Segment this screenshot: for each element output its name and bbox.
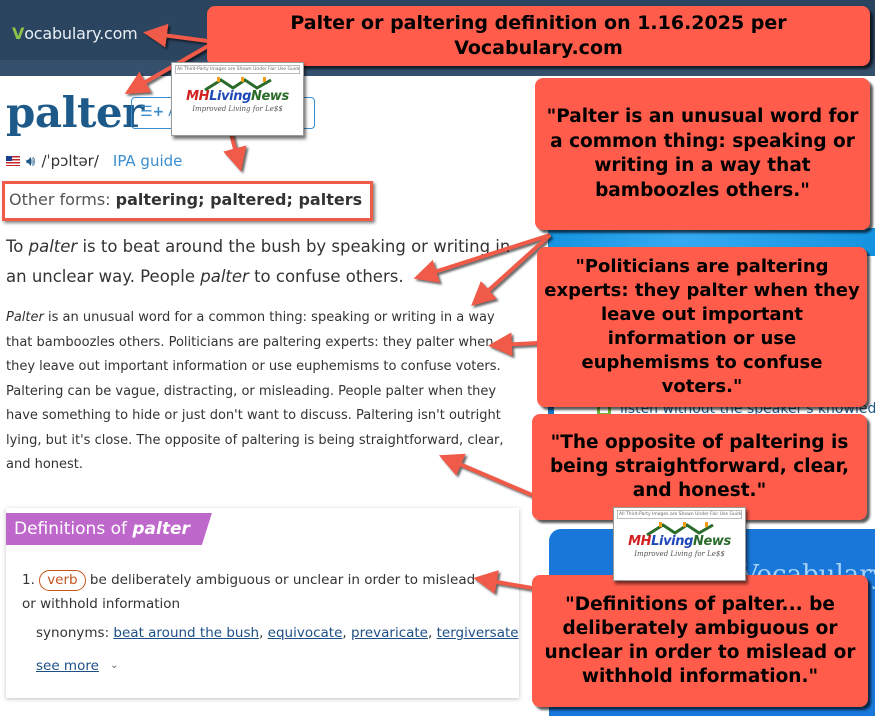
other-forms-label: Other forms:	[9, 190, 111, 209]
synonym-link[interactable]: beat around the bush	[113, 625, 259, 641]
other-forms-value: paltering; paltered; palters	[115, 190, 363, 209]
badge-brand: MHLivingNews	[614, 534, 745, 549]
short-definition: To palter is to beat around the bush by …	[6, 232, 526, 292]
brand-mh: MH	[628, 534, 652, 549]
text-italic: palter	[200, 267, 249, 286]
definition-text: be deliberately ambiguous or unclear in …	[22, 572, 476, 612]
definition-item: 1. verb be deliberately ambiguous or unc…	[22, 568, 492, 616]
logo-check-icon: V	[12, 24, 25, 43]
text-italic: palter	[28, 237, 78, 256]
brand-news: News	[251, 89, 289, 104]
callout-title: Palter or paltering definition on 1.16.2…	[207, 6, 870, 66]
synonym-link[interactable]: prevaricate	[351, 625, 428, 641]
heading-word: palter	[132, 519, 190, 539]
mhlivingnews-badge: All Third-Party Images are Shown Under F…	[613, 507, 746, 581]
ipa-guide-link[interactable]: IPA guide	[113, 152, 183, 170]
heading-prefix: Definitions of	[14, 519, 133, 539]
chevron-down-icon[interactable]: ⌄	[110, 660, 118, 671]
text: is an unusual word for a common thing: s…	[6, 310, 504, 472]
callout-opposite: "The opposite of paltering is being stra…	[532, 414, 867, 520]
mhlivingnews-badge: All Third-Party Images are Shown Under F…	[171, 62, 304, 136]
definitions-card: Definitions of palter 1. verb be deliber…	[6, 508, 519, 698]
synonym-link[interactable]: equivocate	[268, 625, 343, 641]
text: to confuse others.	[248, 267, 404, 286]
synonyms-row: synonyms: beat around the bush, equivoca…	[36, 625, 519, 641]
logo-text: ocabulary.com	[24, 24, 138, 43]
part-of-speech-badge[interactable]: verb	[39, 570, 86, 591]
badge-brand: MHLivingNews	[172, 89, 303, 104]
brand-mh: MH	[186, 89, 210, 104]
speaker-icon[interactable]: 🔊︎	[26, 152, 35, 170]
callout-unusual-word: "Palter is an unusual word for a common …	[535, 78, 870, 230]
fair-use-notice: All Third-Party Images are Shown Under F…	[175, 65, 300, 74]
callout-definition: "Definitions of palter... be deliberatel…	[532, 575, 868, 707]
vocabulary-logo[interactable]: Vocabulary.com	[12, 24, 138, 43]
pronunciation-row: 🔊︎ /ˈpɔltər/ IPA guide	[6, 152, 182, 170]
fair-use-notice: All Third-Party Images are Shown Under F…	[617, 510, 742, 519]
definitions-heading: Definitions of palter	[6, 513, 212, 545]
text: To	[6, 237, 29, 256]
pronunciation: /ˈpɔltər/	[41, 152, 99, 170]
callout-politicians: "Politicians are paltering experts: they…	[537, 247, 867, 407]
synonyms-label: synonyms:	[36, 625, 110, 641]
list-add-icon: ☰+	[140, 104, 165, 120]
long-definition: Palter is an unusual word for a common t…	[6, 306, 516, 478]
see-more-link[interactable]: see more	[36, 658, 99, 674]
brand-news: News	[693, 534, 731, 549]
text-italic: Palter	[6, 310, 44, 325]
badge-tagline: Improved Living for Le$$	[634, 550, 725, 558]
other-forms: Other forms: paltering; paltered; palter…	[2, 181, 373, 221]
definition-number: 1.	[22, 572, 35, 588]
us-flag-icon	[6, 156, 20, 166]
brand-living: Living	[209, 89, 251, 104]
badge-tagline: Improved Living for Le$$	[192, 105, 283, 113]
synonym-link[interactable]: tergiversate	[437, 625, 519, 641]
headword: palter	[6, 88, 144, 137]
brand-living: Living	[651, 534, 693, 549]
